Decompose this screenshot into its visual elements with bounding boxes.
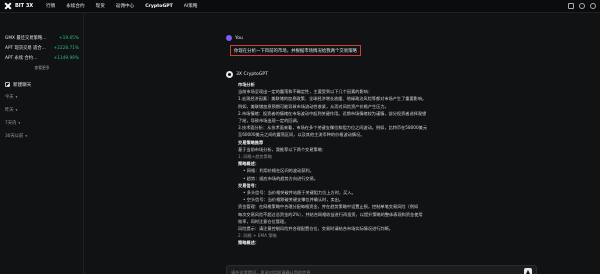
pair-change: +2228.71% [53, 45, 79, 51]
plus-icon [5, 82, 10, 87]
history-group[interactable]: 今天 ▾ [5, 92, 79, 102]
new-chat-button[interactable]: 新建聊天 [5, 80, 79, 89]
bot-message-line: 风险提示：请注意控制风险并合理配置仓位，交易时请结合市场实际情况进行判断。 [238, 226, 393, 232]
bot-message-line: 效率，同时注意仓位管理。 [238, 218, 289, 224]
history-group[interactable]: 昨天 ▾ [5, 105, 79, 115]
pair-row[interactable]: GMX 最佳交易策略... +19.65% [5, 33, 79, 43]
chat-area: You 你现在分析一下目前的市场，并根据市场情况给我两个交易策略 3X Cryp… [84, 13, 600, 274]
pair-name: APT 现货交易 适合... [5, 46, 46, 51]
nav-item[interactable]: 现货 [96, 3, 105, 9]
bot-message-line: 策略概述： [238, 161, 259, 167]
nav-item[interactable]: AI策略 [184, 3, 198, 9]
chevron-down-icon: ▾ [18, 121, 21, 125]
nav-item[interactable]: 行情 [46, 3, 55, 9]
pair-name: GMX 最佳交易策略... [5, 36, 47, 41]
pair-row[interactable]: APT 现货交易 适合... +2228.71% [5, 43, 79, 53]
bot-message-line: 2. 网格 + EMA 策略 [238, 233, 277, 239]
nav-item[interactable]: 永续合约 [66, 3, 84, 9]
user-icon[interactable] [590, 3, 596, 9]
bot-message-line: 基于当前市场分析，我推荐以下两个交易策略： [238, 146, 326, 152]
bot-message-line: 了结，导致市场出现一定的回调。 [238, 118, 301, 124]
download-icon[interactable] [568, 3, 574, 9]
globe-icon[interactable] [579, 3, 585, 9]
bot-message-line: 3.技术面分析：从技术面来看，市场在多个关键支撑位和阻力位之间波动。例如，比特币… [238, 125, 428, 131]
pair-change: +19.65% [59, 35, 79, 41]
pair-list: GMX 最佳交易策略... +19.65% APT 现货交易 适合... +2228.… [5, 33, 79, 63]
history-group-label: 昨天 [5, 108, 14, 113]
bot-message: 3X CryptoGPT 市场分析当前市场呈现出一定的震荡和不确定性，主要受到以… [226, 71, 544, 247]
bot-message-line: 例如，美联储加息预期可能导致市场流动性收紧，从而对风险资产价格产生压力。 [238, 103, 389, 109]
bot-name: 3X CryptoGPT [236, 72, 269, 77]
bot-message-line: 资金管理：在网格策略中合理分配每格资金，并在趋势策略中设置止损，控制单笔交易风险… [238, 204, 419, 210]
user-message-text: 你现在分析一下目前的市场，并根据市场情况给我两个交易策略 [230, 45, 361, 56]
send-button[interactable] [524, 268, 532, 274]
main-nav: 行情 永续合约 现货 返佣中心 CryptoGPT AI策略 [46, 3, 198, 10]
chevron-down-icon: ▾ [15, 95, 18, 99]
bot-message-line: 1. 网格+趋势策略 [238, 154, 272, 160]
logo-x-icon [4, 2, 12, 10]
chevron-down-icon: ▾ [15, 108, 18, 112]
bot-message-line: 交易策略推荐 [238, 139, 264, 145]
history-group-label: 今天 [5, 95, 14, 100]
new-chat-label: 新建聊天 [13, 82, 32, 88]
chevron-down-icon: ▾ [25, 134, 28, 138]
bot-message-line: 至60000美元之间的震荡区间，以及其他主流币种的价格波动情况。 [238, 132, 365, 138]
nav-item[interactable]: CryptoGPT [145, 4, 173, 9]
pair-row[interactable]: APT 永续 合约... +1149.99% [5, 53, 79, 63]
user-avatar [226, 35, 232, 41]
bot-message-line: • 多头信号：当价格突破并站稳于关键阻力位上方时，买入。 [243, 190, 356, 196]
history-group[interactable]: 30天以前 ▾ [5, 131, 79, 141]
sidebar: GMX 最佳交易策略... +19.65% APT 现货交易 适合... +2228.… [0, 13, 84, 274]
history-group-label: 30天以前 [5, 134, 24, 139]
nav-item[interactable]: 返佣中心 [116, 3, 134, 9]
top-right-actions [568, 3, 596, 9]
bot-avatar [226, 71, 233, 78]
history-group[interactable]: 7天内 ▾ [5, 118, 79, 128]
history-groups: 今天 ▾ 昨天 ▾ 7天内 ▾ 30天以前 ▾ [5, 92, 79, 141]
history-group-label: 7天内 [5, 121, 17, 126]
logo-text: BIT 3X [15, 3, 34, 9]
bot-message-line: • 网格：利用价格在区间的波动获利。 [243, 168, 314, 174]
bot-message-line: 当前市场呈现出一定的震荡和不确定性，主要受到以下几个因素的影响： [238, 89, 373, 95]
pair-name: APT 永续 合约... [5, 56, 38, 61]
bot-message-line: 市场分析 [238, 82, 255, 87]
chat-input[interactable] [231, 269, 524, 274]
bot-message-line: 每次交易风险不超过总资金的2%），并结合网格收益进行再投资，以提升策略的整体表现… [238, 211, 423, 217]
view-all-link[interactable]: 查看更多 [5, 65, 79, 71]
bot-message-line: • 空头信号：当价格跌破关键支撑位并确认时，卖出。 [243, 197, 344, 203]
bot-message-line: 策略概述： [238, 240, 259, 246]
bot-message-line: 交易信号： [238, 182, 259, 188]
logo[interactable]: BIT 3X [4, 2, 46, 10]
bot-message-line: 2.市场情绪：投资者的情绪在市场波动中起到关键作用。近期市场情绪较为谨慎，部分投… [238, 110, 427, 116]
user-name: You [235, 35, 243, 41]
top-navbar: BIT 3X 行情 永续合约 现货 返佣中心 CryptoGPT AI策略 [0, 0, 600, 13]
bot-message-line: • 趋势：顺应市场的趋势方向进行交易。 [243, 175, 318, 181]
user-message: You 你现在分析一下目前的市场，并根据市场情况给我两个交易策略 [226, 35, 526, 56]
bot-message-body: 市场分析当前市场呈现出一定的震荡和不确定性，主要受到以下几个因素的影响： 1.宏观… [238, 81, 544, 247]
bot-message-line: 1.宏观经济因素：美联储的加息政策、全球经济增长放缓、地缘政治风险等都对市场产生… [238, 96, 427, 102]
pair-change: +1149.99% [53, 55, 79, 61]
chat-input-bar [226, 265, 537, 274]
